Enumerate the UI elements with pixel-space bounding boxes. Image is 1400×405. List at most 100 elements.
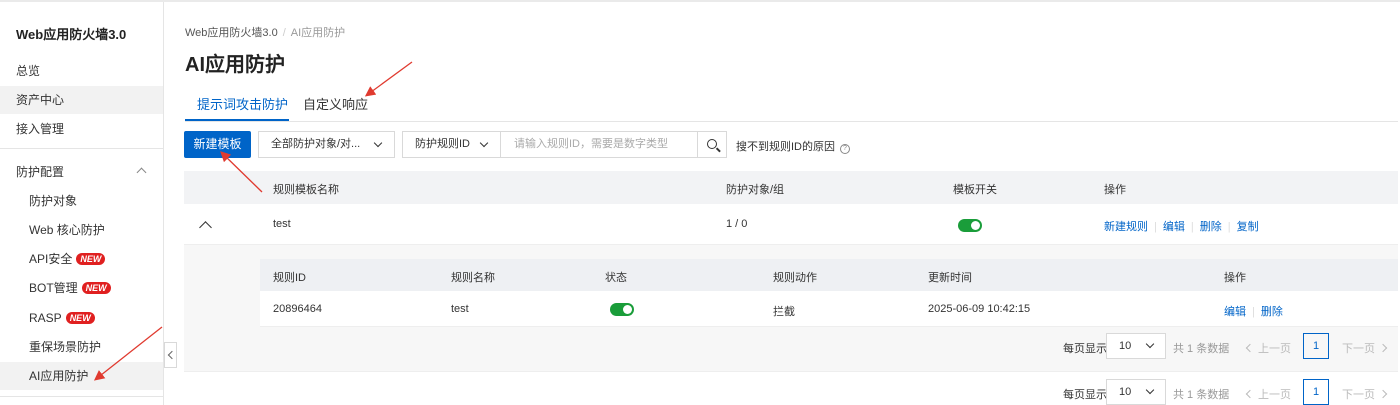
column-header: 操作 [1224,272,1246,284]
sidebar-item-label: 防护对象 [29,194,78,208]
action-separator: | [1252,306,1255,318]
question-icon: ? [840,144,850,154]
column-header: 规则动作 [773,272,817,284]
sidebar-item-label: 接入管理 [16,122,65,136]
new-badge: NEW [76,253,106,265]
sidebar-item-assets[interactable]: 资产中心 [0,86,163,114]
sidebar-item-label: 防护配置 [16,165,65,179]
table-row: test 1 / 0 新建规则 | 编辑 | 删除 | 复制 [184,204,1398,245]
prev-label: 上一页 [1258,389,1291,401]
rule-name: test [451,303,469,315]
sidebar-divider [0,148,163,149]
column-header: 规则ID [273,272,306,284]
breadcrumb-separator: / [282,27,286,39]
rule-id-search-input[interactable]: 请输入规则ID，需要是数字类型 [500,131,698,158]
chevron-left-icon [1245,389,1255,399]
sidebar-item-label: 总览 [16,64,41,78]
edit-rule-link[interactable]: 编辑 [1224,306,1246,318]
sidebar-item-bot[interactable]: BOT管理 NEW [0,274,163,302]
chevron-down-icon [479,138,489,148]
hint-text: 搜不到规则ID的原因 [736,141,835,153]
protected-object-filter[interactable]: 全部防护对象/对... [258,131,395,158]
rule-status-toggle[interactable] [610,303,634,316]
edit-link[interactable]: 编辑 [1163,221,1185,233]
sidebar-item-label: AI应用防护 [29,369,89,383]
template-switch-toggle[interactable] [958,219,982,232]
per-page-value: 10 [1119,340,1132,352]
table-header: 规则模板名称 防护对象/组 模板开关 操作 [184,171,1398,204]
delete-link[interactable]: 删除 [1200,221,1222,233]
outer-pagination: 每页显示 10 共 1 条数据 上一页 1 下一页 [1063,379,1393,405]
sidebar-item-key-protection[interactable]: 重保场景防护 [0,333,163,361]
page-number-button[interactable]: 1 [1303,379,1329,405]
new-rule-link[interactable]: 新建规则 [1104,221,1148,233]
column-header: 规则名称 [451,272,495,284]
sidebar-item-api-security[interactable]: API安全 NEW [0,245,163,273]
inner-pagination: 每页显示 10 共 1 条数据 上一页 1 下一页 [1063,333,1393,359]
tab-custom-response[interactable]: 自定义响应 [303,94,368,113]
breadcrumb-root[interactable]: Web应用防火墙3.0 [185,27,278,39]
sidebar-item-access[interactable]: 接入管理 [0,115,163,143]
chevron-up-icon [136,167,147,178]
new-template-button[interactable]: 新建模板 [184,131,251,158]
sidebar-item-web-core[interactable]: Web 核心防护 [0,216,163,244]
per-page-select[interactable]: 10 [1106,379,1166,405]
next-page-button[interactable]: 下一页 [1342,340,1388,356]
breadcrumb: Web应用防火墙3.0 / AI应用防护 [185,24,345,40]
table-row: 20896464 test 拦截 2025-06-09 10:42:15 编辑 |… [260,291,1398,327]
sidebar-item-rasp[interactable]: RASP NEW [0,304,163,332]
copy-link[interactable]: 复制 [1237,221,1259,233]
action-separator: | [1227,221,1231,233]
collapse-row-icon[interactable] [199,221,212,234]
next-label: 下一页 [1342,343,1375,355]
new-badge: NEW [81,282,111,294]
sidebar-item-label: Web 核心防护 [29,223,105,237]
rule-id: 20896464 [273,303,322,315]
protected-objects-count: 1 / 0 [726,218,748,230]
next-label: 下一页 [1342,389,1375,401]
prev-page-button[interactable]: 上一页 [1245,386,1291,402]
sidebar-group-protection-config[interactable]: 防护配置 [0,158,163,186]
tab-prompt-attack[interactable]: 提示词攻击防护 [197,94,288,113]
column-header: 防护对象/组 [726,184,785,196]
rule-id-type-select[interactable]: 防护规则ID [402,131,501,158]
next-page-button[interactable]: 下一页 [1342,386,1388,402]
sidebar: Web应用防火墙3.0 总览 资产中心 接入管理 防护配置 防护对象 Web 核… [0,2,164,405]
chevron-down-icon [373,138,383,148]
chevron-right-icon [1378,389,1388,399]
delete-rule-link[interactable]: 删除 [1261,306,1283,318]
tabs-divider [185,121,1398,122]
annotation-arrow-tab [364,61,413,97]
page-number-button[interactable]: 1 [1303,333,1329,359]
total-count: 共 1 条数据 [1173,343,1230,355]
per-page-value: 10 [1119,386,1132,398]
column-header: 更新时间 [928,272,972,284]
search-button[interactable] [697,131,727,158]
sidebar-item-protected-objects[interactable]: 防护对象 [0,187,163,215]
total-count: 共 1 条数据 [1173,389,1230,401]
prev-page-button[interactable]: 上一页 [1245,340,1291,356]
per-page-label: 每页显示 [1063,389,1107,401]
rule-id-help-link[interactable]: 搜不到规则ID的原因? [736,138,850,154]
select-value: 防护规则ID [415,138,470,150]
column-header: 操作 [1104,184,1126,196]
page-title: AI应用防护 [185,54,285,76]
per-page-select[interactable]: 10 [1106,333,1166,359]
column-header: 状态 [605,272,627,284]
breadcrumb-current: AI应用防护 [290,27,346,39]
top-border [0,0,1400,2]
search-icon-handle [716,147,721,153]
sidebar-item-label: RASP [29,311,62,325]
action-separator: | [1190,221,1194,233]
sidebar-collapse-button[interactable] [164,342,177,368]
updated-time: 2025-06-09 10:42:15 [928,303,1031,315]
chevron-left-icon [167,350,177,360]
sidebar-item-ai-protection[interactable]: AI应用防护 [0,362,163,390]
chevron-down-icon [1145,339,1155,349]
prev-label: 上一页 [1258,343,1291,355]
chevron-right-icon [1378,343,1388,353]
sidebar-item-label: 重保场景防护 [29,340,102,354]
sidebar-item-label: API安全 [29,252,73,266]
sidebar-item-overview[interactable]: 总览 [0,57,163,85]
inner-table-header: 规则ID 规则名称 状态 规则动作 更新时间 操作 [260,259,1398,291]
